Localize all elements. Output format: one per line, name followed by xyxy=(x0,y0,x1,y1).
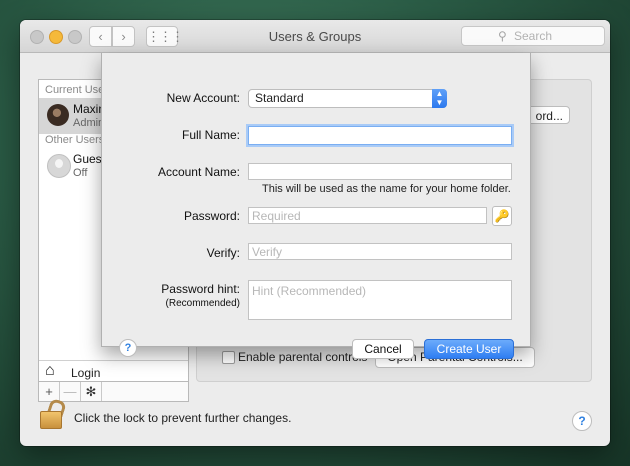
full-name-field[interactable] xyxy=(248,126,512,145)
full-name-label: Full Name: xyxy=(181,128,240,142)
account-name-note: This will be used as the name for your h… xyxy=(262,183,511,195)
password-label: Password: xyxy=(183,209,240,223)
current-users-heading: Current Use xyxy=(45,84,105,96)
popup-arrows-icon: ▲ ▼ xyxy=(432,89,447,108)
title-bar: ‹ › ⋮⋮⋮ Users & Groups ⚲ Search xyxy=(20,20,610,53)
parental-controls-checkbox[interactable] xyxy=(222,351,235,364)
other-users-heading: Other Users xyxy=(45,134,105,146)
search-placeholder: Search xyxy=(514,29,553,43)
search-icon: ⚲ xyxy=(498,29,507,43)
gear-icon[interactable]: ✻ xyxy=(81,382,102,401)
new-account-sheet: New Account: Standard ▲ ▼ Full Name: Acco… xyxy=(101,53,531,359)
user-name: Gues xyxy=(73,152,102,166)
sidebar-toolbar: + — ✻ xyxy=(38,382,189,402)
user-role: Admin xyxy=(73,117,105,129)
login-options-label: Login xyxy=(71,366,101,380)
verify-field[interactable]: Verify xyxy=(248,243,512,260)
avatar xyxy=(47,104,69,126)
house-icon: ⌂ xyxy=(45,362,55,379)
add-user-button[interactable]: + xyxy=(39,382,60,401)
lock-message: Click the lock to prevent further change… xyxy=(74,411,292,425)
password-assistant-key-icon[interactable]: 🔑 xyxy=(492,206,512,226)
sheet-help-button[interactable]: ? xyxy=(119,339,137,357)
account-type-value: Standard xyxy=(255,91,304,105)
lock-icon[interactable] xyxy=(40,397,67,429)
password-hint-field[interactable]: Hint (Recommended) xyxy=(248,280,512,320)
verify-label: Verify: xyxy=(206,246,240,260)
search-field[interactable]: ⚲ Search xyxy=(461,26,605,46)
new-account-label: New Account: xyxy=(166,91,240,105)
account-name-field[interactable] xyxy=(248,163,512,180)
password-hint-sublabel: (Recommended) xyxy=(165,298,240,309)
parental-controls-label: Enable parental controls xyxy=(238,350,368,364)
guest-avatar-icon xyxy=(47,154,71,178)
create-user-button[interactable]: Create User xyxy=(424,339,514,359)
user-role: Off xyxy=(73,167,88,179)
users-groups-window: ‹ › ⋮⋮⋮ Users & Groups ⚲ Search ord... E… xyxy=(20,20,610,446)
password-hint-label: Password hint: xyxy=(161,282,240,296)
account-name-label: Account Name: xyxy=(157,165,240,179)
help-button[interactable]: ? xyxy=(572,411,592,431)
login-options-item[interactable]: ⌂ Login xyxy=(39,360,188,383)
password-field[interactable]: Required xyxy=(248,207,487,224)
cancel-button[interactable]: Cancel xyxy=(352,339,414,359)
remove-user-button[interactable]: — xyxy=(60,382,81,401)
account-type-popup[interactable]: Standard ▲ ▼ xyxy=(248,89,447,108)
